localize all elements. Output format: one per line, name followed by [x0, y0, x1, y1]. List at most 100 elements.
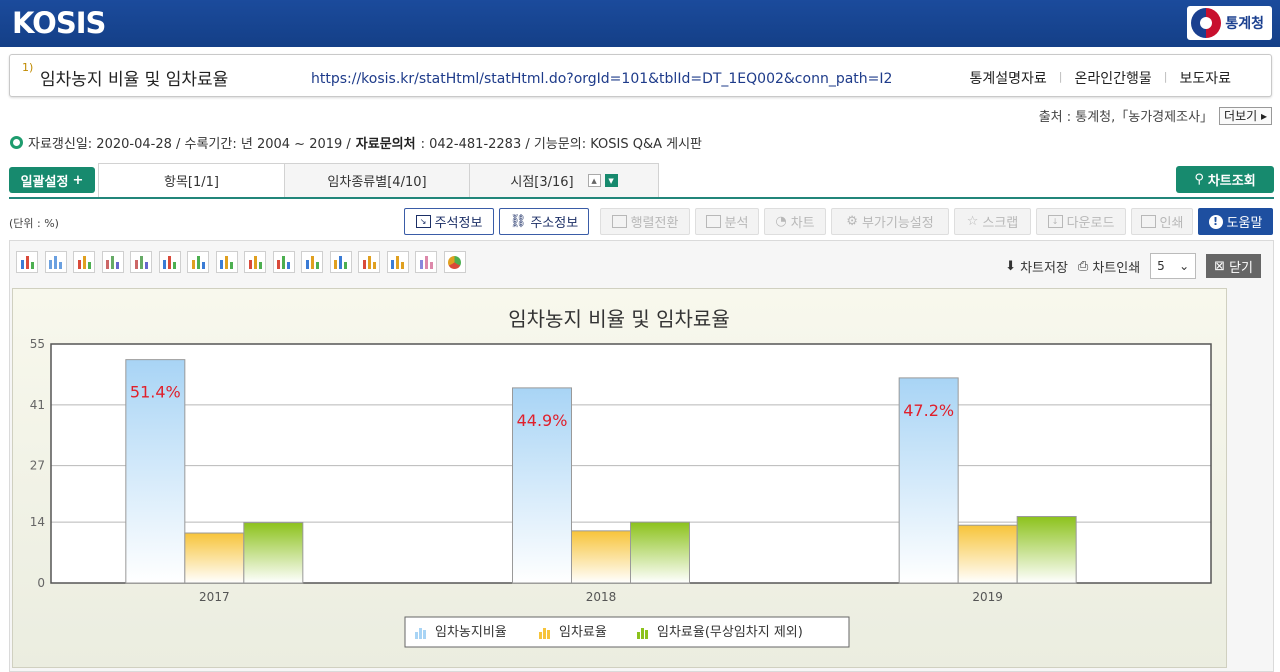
plot-band [51, 344, 1211, 405]
download-button[interactable]: ↓ 다운로드 [1036, 208, 1126, 235]
bar-chart: 임차농지 비율 및 임차료율 0 14 27 41 55 51.4% 2017 44.9% 20… [30, 307, 1212, 648]
legend-label: 임차료율 [559, 625, 607, 640]
agency-name: 통계청 [1225, 16, 1264, 32]
print-button[interactable]: 인쇄 [1131, 208, 1193, 235]
source-line: 출처 : 통계청,「농가경제조사」 더보기 ▸ [1039, 106, 1272, 125]
analysis-icon [705, 215, 721, 228]
legend-swatch [419, 628, 422, 639]
title-footnote-number: 1) [22, 61, 34, 74]
chart-panel: ⬇ 차트저장 ⎙ 차트인쇄 5 ⌄ ⊠ 닫기 임차농지 비율 및 임차료율 0 14 27 4… [9, 240, 1274, 672]
chart-button[interactable]: ◔ 차트 [764, 208, 826, 235]
plot-band [51, 465, 1211, 523]
table-title-box: 1) 임차농지 비율 및 임차료율 https://kosis.kr/statH… [9, 54, 1272, 97]
series-count-select[interactable]: 5 ⌄ [1150, 253, 1197, 279]
contact-info[interactable]: : 042-481-2283 / 기능문의: KOSIS Q&A 게시판 [421, 133, 702, 152]
info-bullet-icon [10, 136, 23, 149]
chart-type-line-markers-icon[interactable] [130, 251, 152, 273]
expand-arrow-icon[interactable]: ▼ [604, 174, 618, 187]
chart-type-area-100-icon[interactable] [415, 251, 437, 273]
chart-close-button[interactable]: ⊠ 닫기 [1206, 254, 1261, 278]
link-stat-description[interactable]: 통계설명자료 [969, 68, 1046, 88]
source-text: 출처 : 통계청,「농가경제조사」 [1038, 110, 1214, 125]
chart-type-area-icon[interactable] [358, 251, 380, 273]
info-icon: ! [1208, 214, 1223, 229]
chart-lookup-button[interactable]: ⚲ 차트조회 [1176, 166, 1274, 193]
close-icon: ⊠ [1214, 258, 1226, 274]
plus-icon: + [72, 172, 84, 188]
bulk-setting-button[interactable]: 일괄설정 + [9, 167, 95, 193]
annotation-info-button[interactable]: ↘ 주석정보 [404, 208, 494, 235]
chart-icon: ◔ [775, 214, 787, 229]
table-url[interactable]: https://kosis.kr/statHtml/statHtml.do?or… [311, 71, 892, 87]
legend-swatch [547, 630, 550, 639]
chevron-down-icon: ⌄ [1179, 259, 1190, 273]
chart-save-button[interactable]: ⬇ 차트저장 [1005, 257, 1068, 276]
bar-2018-series-2 [630, 521, 690, 584]
chart-type-vbar-100-icon[interactable] [158, 251, 181, 273]
chart-type-pie-icon[interactable] [443, 251, 466, 273]
tab-period[interactable]: 시점[3/16] ▲ ▼ [469, 163, 659, 197]
data-info-line: 자료갱신일: 2020-04-28 / 수록기간: 년 2004 ~ 2019 … [10, 133, 702, 152]
chart-type-line-icon[interactable] [101, 251, 124, 273]
statistics-korea-logo[interactable]: 통계청 [1187, 6, 1272, 40]
chart-type-hbar-icon[interactable] [244, 251, 266, 273]
chart-print-button[interactable]: ⎙ 차트인쇄 [1078, 257, 1140, 276]
scrap-button[interactable]: ☆ 스크랩 [954, 208, 1031, 235]
chart-type-vbar-color-icon[interactable] [187, 251, 209, 273]
data-label: 51.4% [130, 383, 181, 402]
collapse-arrow-icon[interactable]: ▲ [587, 174, 601, 187]
source-more-button[interactable]: 더보기 ▸ [1219, 106, 1272, 125]
annotation-icon: ↘ [415, 215, 431, 228]
bar-2018-series-1 [571, 530, 631, 584]
kosis-logo[interactable]: KOSIS [12, 6, 106, 40]
tab-items[interactable]: 항목[1/1] [98, 163, 285, 197]
update-info: 자료갱신일: 2020-04-28 / 수록기간: 년 2004 ~ 2019 … [28, 137, 351, 152]
legend-swatch [539, 632, 542, 639]
y-tick-label: 55 [30, 337, 45, 351]
legend-label: 임차료율(무상임차지 제외) [657, 625, 803, 640]
data-label: 44.9% [517, 411, 568, 430]
help-button[interactable]: ! 도움말 [1198, 208, 1273, 235]
tab-lease-type[interactable]: 임차종류별[4/10] [284, 163, 470, 197]
download-icon: ⬇ [1005, 258, 1017, 274]
printer-icon: ⎙ [1077, 258, 1089, 274]
x-tick-label: 2018 [586, 590, 617, 604]
analysis-button[interactable]: 분석 [695, 208, 759, 235]
transpose-icon [611, 215, 627, 228]
contact-label: 자료문의처 [355, 137, 416, 152]
search-icon: ⚲ [1194, 172, 1204, 187]
top-header: KOSIS 통계청 [0, 0, 1280, 47]
page-title: 임차농지 비율 및 임차료율 [40, 70, 229, 90]
chart-type-vbar-mixed-icon[interactable] [215, 251, 238, 273]
y-tick-label: 27 [30, 459, 45, 473]
address-info-button[interactable]: ⛓ 주소정보 [499, 208, 589, 235]
legend-swatch [645, 630, 648, 639]
link-online-publication[interactable]: 온라인간행물 [1074, 68, 1151, 88]
y-tick-label: 0 [37, 576, 45, 590]
chart-area: 임차농지 비율 및 임차료율 0 14 27 41 55 51.4% 2017 44.9% 20… [12, 288, 1227, 668]
chart-type-vbar-grouped-icon[interactable] [44, 251, 67, 273]
chart-type-vbar-icon[interactable] [16, 251, 38, 273]
star-icon: ☆ [966, 214, 979, 229]
plot-band [51, 404, 1211, 466]
chart-type-vbar-stacked-icon[interactable] [73, 251, 95, 273]
chart-type-hbar-100-icon[interactable] [329, 251, 352, 273]
bar-2017-series-1 [184, 532, 245, 584]
government-emblem-icon [1191, 8, 1222, 38]
chart-title: 임차농지 비율 및 임차료율 [508, 307, 729, 331]
link-press-release[interactable]: 보도자료 [1179, 68, 1231, 88]
unit-label: (단위 : %) [9, 217, 59, 230]
bar-2017-series-2 [243, 522, 304, 584]
printer-icon [1140, 215, 1156, 228]
chart-type-hbar-grouped-icon[interactable] [272, 251, 295, 273]
legend-swatch [641, 628, 644, 639]
setting-tabs: 일괄설정 + 항목[1/1] 임차종류별[4/10] 시점[3/16] ▲ ▼ ⚲… [9, 163, 1274, 199]
data-label: 47.2% [903, 401, 954, 420]
transpose-button[interactable]: 행렬전환 [600, 208, 690, 235]
extra-settings-button[interactable]: ⚙ 부가기능설정 [831, 208, 949, 235]
legend-swatch [543, 628, 546, 639]
legend-label: 임차농지비율 [435, 625, 507, 640]
chart-type-hbar-stacked-icon[interactable] [301, 251, 323, 273]
gear-icon: ⚙ [846, 214, 858, 229]
chart-type-area-stacked-icon[interactable] [386, 251, 409, 273]
